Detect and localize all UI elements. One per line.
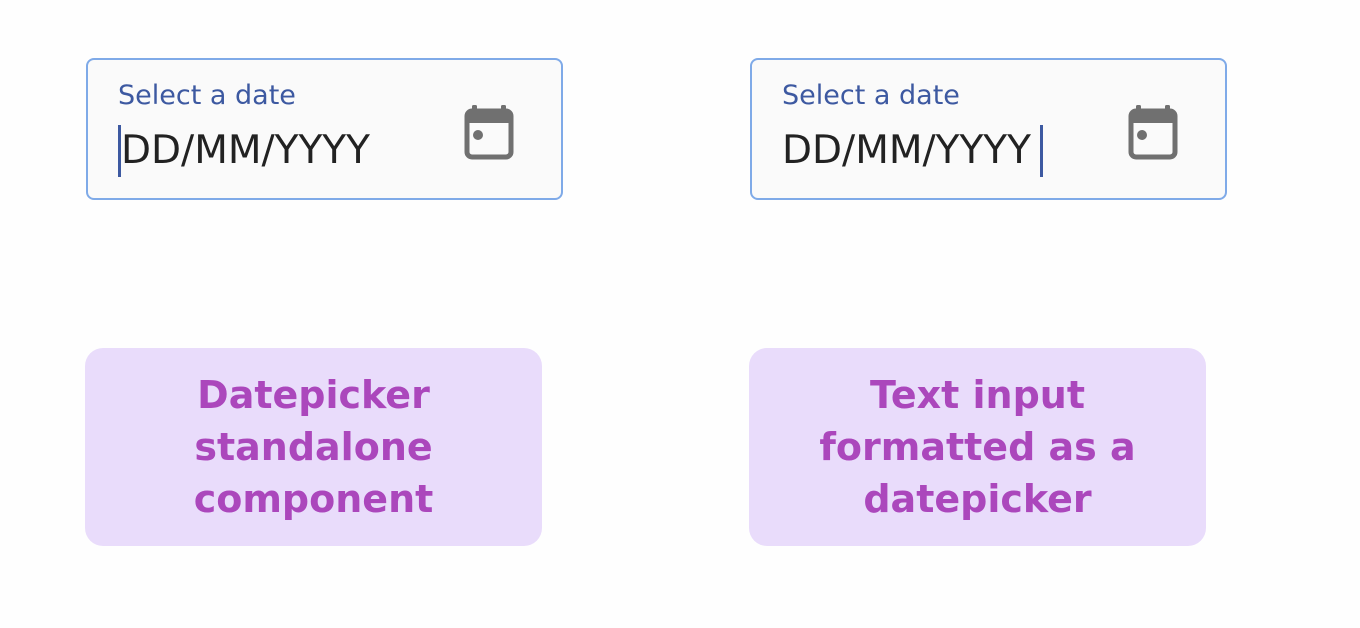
text-caret (1039, 125, 1043, 177)
note-text: Text input formatted as a datepicker (819, 373, 1136, 521)
calendar-icon[interactable] (461, 102, 517, 162)
datepicker-note: Datepicker standalone component (85, 348, 542, 546)
date-placeholder: DD/MM/YYYY (121, 128, 370, 173)
field-label: Select a date (782, 80, 960, 111)
date-placeholder: DD/MM/YYYY (782, 128, 1031, 173)
note-text: Datepicker standalone component (193, 373, 434, 521)
text-input-note: Text input formatted as a datepicker (749, 348, 1206, 546)
calendar-icon[interactable] (1125, 102, 1181, 162)
field-label: Select a date (118, 80, 296, 111)
date-input[interactable]: DD/MM/YYYY (118, 125, 370, 177)
datepicker-field[interactable]: Select a date DD/MM/YYYY (86, 58, 563, 200)
text-input-datepicker-field[interactable]: Select a date DD/MM/YYYY (750, 58, 1227, 200)
date-text-input[interactable]: DD/MM/YYYY (782, 125, 1043, 177)
